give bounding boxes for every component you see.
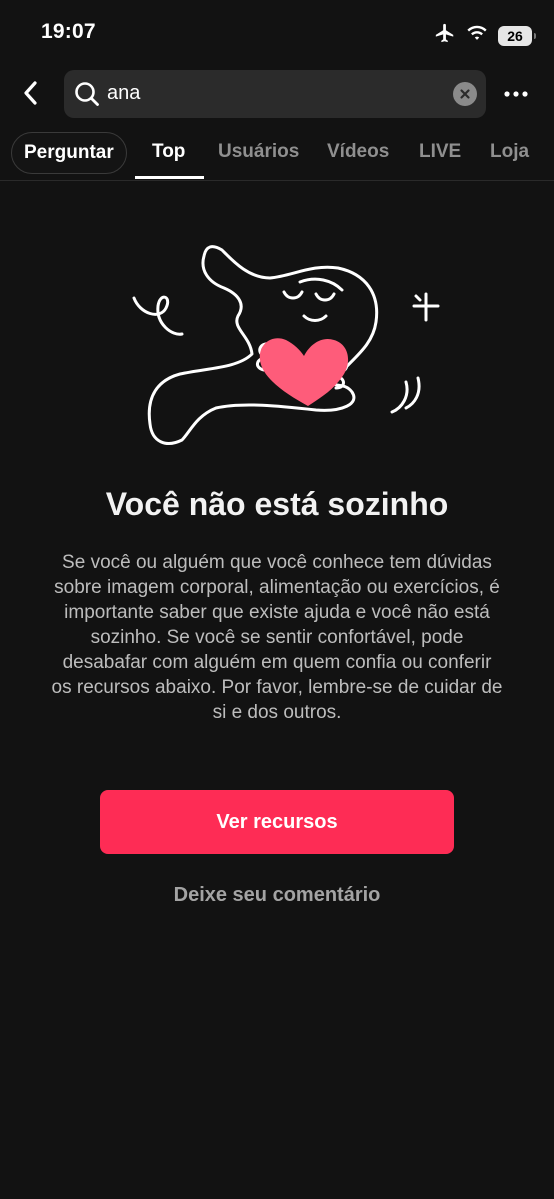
status-bar: 19:07 26 xyxy=(0,0,554,62)
status-icons: 26 xyxy=(434,22,536,49)
support-message: Se você ou alguém que você conhece tem d… xyxy=(51,552,503,723)
search-header: ana xyxy=(0,62,554,126)
active-tab-indicator xyxy=(135,176,204,179)
airplane-icon xyxy=(434,22,456,49)
status-time: 19:07 xyxy=(41,20,96,43)
tab-users[interactable]: Usuários xyxy=(218,141,299,163)
page-title: Você não está sozinho xyxy=(105,486,449,522)
back-button[interactable] xyxy=(14,76,48,110)
search-bar[interactable]: ana xyxy=(64,70,486,118)
close-icon xyxy=(460,89,470,99)
leave-feedback-link[interactable]: Deixe seu comentário xyxy=(0,884,554,907)
more-options-button[interactable] xyxy=(500,80,532,108)
tab-top[interactable]: Top xyxy=(152,141,185,163)
chevron-left-icon xyxy=(24,81,37,105)
tab-live[interactable]: LIVE xyxy=(419,141,461,163)
search-tabs: Perguntar Top Usuários Vídeos LIVE Loja xyxy=(0,126,554,181)
tab-ask[interactable]: Perguntar xyxy=(11,132,127,174)
tab-shop[interactable]: Loja xyxy=(490,141,529,163)
person-hugging-heart-illustration xyxy=(132,245,440,445)
search-icon xyxy=(75,82,99,106)
search-input[interactable]: ana xyxy=(107,82,140,105)
view-resources-button[interactable]: Ver recursos xyxy=(100,790,454,854)
tab-videos[interactable]: Vídeos xyxy=(327,141,389,163)
battery-icon: 26 xyxy=(498,25,536,46)
clear-search-button[interactable] xyxy=(453,82,477,106)
more-horizontal-icon xyxy=(504,91,528,97)
wifi-icon xyxy=(466,24,488,47)
battery-level: 26 xyxy=(507,27,523,44)
